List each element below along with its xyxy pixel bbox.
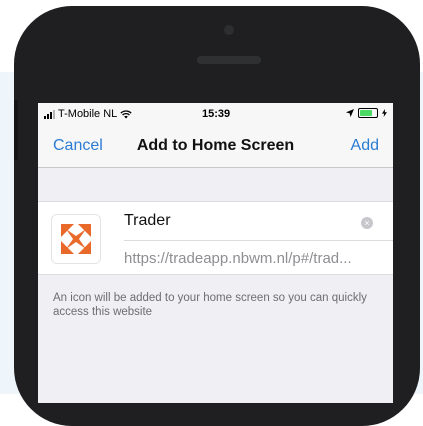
- carrier-label: T-Mobile NL: [58, 108, 118, 120]
- app-logo-icon: [51, 214, 101, 264]
- field-divider: [124, 240, 393, 241]
- help-text: An icon will be added to your home scree…: [53, 292, 367, 318]
- location-arrow-icon: [346, 109, 354, 117]
- app-details-card: Trader × https://tradeapp.nbwm.nl/p#/tra…: [38, 201, 393, 275]
- charging-bolt-icon: [382, 109, 387, 117]
- wifi-icon: [120, 109, 132, 118]
- app-url: https://tradeapp.nbwm.nl/p#/trad...: [124, 250, 352, 267]
- earpiece-speaker: [197, 56, 261, 64]
- status-bar: T-Mobile NL 15:39: [38, 103, 393, 125]
- front-camera: [224, 25, 234, 35]
- add-button[interactable]: Add: [351, 137, 379, 155]
- battery-icon: [358, 108, 378, 118]
- signal-icon: [44, 109, 55, 119]
- phone-side-button: [14, 100, 18, 160]
- navigation-bar: Cancel Add to Home Screen Add: [38, 125, 393, 168]
- clear-text-icon[interactable]: ×: [361, 217, 373, 229]
- app-name-field[interactable]: Trader: [124, 212, 171, 230]
- status-time: 15:39: [202, 108, 231, 120]
- phone-screen: T-Mobile NL 15:39 Cancel Add to Home Scr…: [38, 103, 393, 403]
- page-title: Add to Home Screen: [136, 137, 295, 154]
